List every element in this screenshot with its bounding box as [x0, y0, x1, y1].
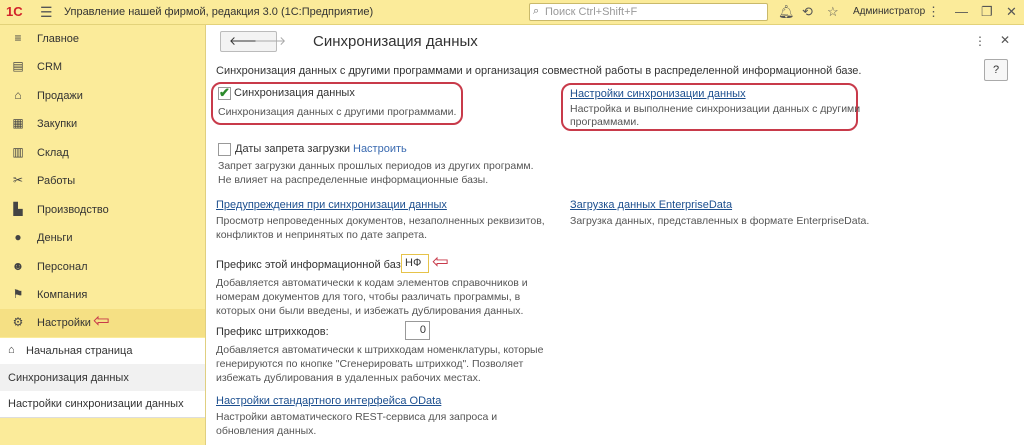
close-icon[interactable]: ✕: [1000, 33, 1010, 47]
sync-checkbox[interactable]: ✔: [218, 85, 231, 100]
sync-settings-link[interactable]: Настройки синхронизации данных: [570, 88, 746, 100]
sidebar-item-label: Главное: [37, 33, 80, 45]
checkmark-icon: ✔: [219, 85, 230, 100]
sync-settings-desc: программами.: [570, 116, 640, 128]
money-icon: ●: [14, 230, 22, 244]
ban-dates-label[interactable]: Даты запрета загрузки: [235, 143, 350, 155]
bell-icon[interactable]: 🔔︎: [778, 4, 795, 20]
highlight-arrow-icon: ⇦: [93, 310, 110, 332]
sidebar-item-label: Работы: [37, 175, 76, 187]
sidebar-item-label: Закупки: [37, 118, 78, 130]
sidebar-item-label: CRM: [37, 61, 63, 73]
sync-settings-desc: Настройка и выполнение синхронизации дан…: [570, 103, 861, 115]
open-window-label: Синхронизация данных: [8, 372, 129, 384]
sidebar-item-label: Производство: [37, 204, 109, 216]
main-panel: 🡐 🡒 Синхронизация данных ⋮ ✕ ? Синхрониз…: [206, 25, 1024, 445]
warnings-desc: конфликтов и непринятых по дате запрета.: [216, 229, 428, 241]
search-input[interactable]: ⌕ Поиск Ctrl+Shift+F: [529, 3, 768, 21]
open-window-label: Настройки синхронизации данных: [8, 398, 184, 410]
barcode-desc: генерируются по кнопке "Сгенерировать шт…: [216, 358, 524, 370]
sidebar-item-staff[interactable]: ☻ Персонал: [0, 253, 205, 281]
star-icon[interactable]: ☆: [827, 4, 839, 20]
ban-dates-checkbox[interactable]: [218, 143, 231, 156]
sidebar-item-label: Склад: [37, 147, 69, 159]
warehouse-icon: ▥: [12, 145, 24, 159]
sidebar-item-label: Персонал: [37, 261, 88, 273]
more-menu-icon[interactable]: ⋮: [974, 34, 986, 48]
search-icon: ⌕: [533, 5, 540, 17]
highlight-arrow-icon: ⇦: [432, 251, 449, 273]
sync-desc: Синхронизация данных с другими программа…: [218, 106, 457, 118]
sidebar-item-production[interactable]: ▙ Производство: [0, 196, 205, 224]
nav-buttons: 🡐 🡒: [220, 31, 286, 52]
sidebar-item-crm[interactable]: ▤ CRM: [0, 53, 205, 81]
sync-checkbox-label[interactable]: Синхронизация данных: [234, 87, 355, 99]
close-window-icon[interactable]: ✕: [1006, 4, 1017, 20]
menu-lines-icon: ≡: [14, 31, 22, 45]
prefix-desc: которых они были введены, и избежать дуб…: [216, 305, 524, 317]
barcode-prefix-label: Префикс штрихкодов:: [216, 326, 329, 338]
user-name[interactable]: Администратор: [853, 6, 925, 17]
odata-link[interactable]: Настройки стандартного интерфейса OData: [216, 395, 441, 407]
app-logo: 1С: [6, 4, 23, 19]
minimize-icon[interactable]: —: [955, 4, 968, 19]
gear-icon: ⚙: [12, 315, 24, 329]
home-page-link[interactable]: ⌂ Начальная страница: [0, 338, 205, 365]
history-icon[interactable]: ⟲: [802, 4, 813, 20]
ban-dates-desc: Не влияет на распределенные информационн…: [218, 174, 489, 186]
barcode-prefix-field[interactable]: 0: [405, 321, 430, 340]
warnings-desc: Просмотр непроведенных документов, незап…: [216, 215, 545, 227]
warnings-link[interactable]: Предупреждения при синхронизации данных: [216, 199, 447, 211]
odata-desc: обновления данных.: [216, 425, 317, 437]
basket-icon: ⌂: [14, 88, 22, 102]
crm-icon: ▤: [12, 59, 24, 73]
odata-desc: Настройки автоматического REST-сервиса д…: [216, 411, 498, 423]
prefix-desc: Добавляется автоматически к кодам элемен…: [216, 277, 528, 289]
sidebar-item-label: Деньги: [37, 232, 73, 244]
tools-icon: ✂: [12, 173, 24, 187]
prefix-label: Префикс этой информационной базы:: [216, 259, 412, 271]
home-page-label: Начальная страница: [26, 345, 133, 357]
sidebar-item-label: Продажи: [37, 90, 83, 102]
title-bar: 1С ☰ Управление нашей фирмой, редакция 3…: [0, 0, 1024, 25]
open-window-sync-settings[interactable]: Настройки синхронизации данных: [0, 391, 205, 418]
app-title: Управление нашей фирмой, редакция 3.0 (1…: [64, 6, 374, 18]
sidebar-item-works[interactable]: ✂ Работы: [0, 167, 205, 195]
sidebar-item-main[interactable]: ≡ Главное: [0, 25, 205, 53]
forward-arrow-icon[interactable]: 🡒: [254, 33, 286, 48]
sidebar-item-purchases[interactable]: ▦ Закупки: [0, 110, 205, 138]
sidebar-item-label: Настройки: [37, 317, 91, 329]
sidebar-item-label: Компания: [37, 289, 88, 301]
settings-menu-icon[interactable]: ⋮: [927, 4, 940, 20]
barcode-desc: Добавляется автоматически к штрихкодам н…: [216, 344, 544, 356]
search-placeholder: Поиск Ctrl+Shift+F: [545, 6, 638, 18]
enterprise-data-desc: Загрузка данных, представленных в формат…: [570, 215, 870, 227]
prefix-desc: номерам документов для того, чтобы разли…: [216, 291, 521, 303]
open-window-sync[interactable]: Синхронизация данных: [0, 364, 205, 392]
enterprise-data-link[interactable]: Загрузка данных EnterpriseData: [570, 199, 732, 211]
person-icon: ☻: [11, 259, 25, 273]
page-title: Синхронизация данных: [313, 33, 478, 50]
home-icon: ⌂: [8, 344, 15, 356]
barcode-desc: избежать дублирования в удаленных рабочи…: [216, 372, 481, 384]
prefix-field[interactable]: НФ: [401, 254, 429, 273]
purchase-icon: ▦: [12, 116, 24, 130]
factory-icon: ▙: [13, 202, 23, 216]
sidebar-item-money[interactable]: ● Деньги: [0, 224, 205, 252]
flag-icon: ⚑: [12, 287, 24, 301]
ban-dates-desc: Запрет загрузки данных прошлых периодов …: [218, 160, 534, 172]
help-button[interactable]: ?: [984, 59, 1008, 81]
sidebar-item-warehouse[interactable]: ▥ Склад: [0, 139, 205, 167]
sidebar: ≡ Главное ▤ CRM ⌂ Продажи ▦ Закупки ▥ Ск…: [0, 25, 206, 445]
sidebar-item-sales[interactable]: ⌂ Продажи: [0, 82, 205, 110]
sidebar-item-company[interactable]: ⚑ Компания: [0, 281, 205, 309]
configure-link[interactable]: Настроить: [353, 143, 407, 155]
restore-icon[interactable]: ❐: [981, 4, 993, 20]
intro-text: Синхронизация данных с другими программа…: [216, 65, 862, 77]
hamburger-menu-icon[interactable]: ☰: [40, 4, 53, 21]
